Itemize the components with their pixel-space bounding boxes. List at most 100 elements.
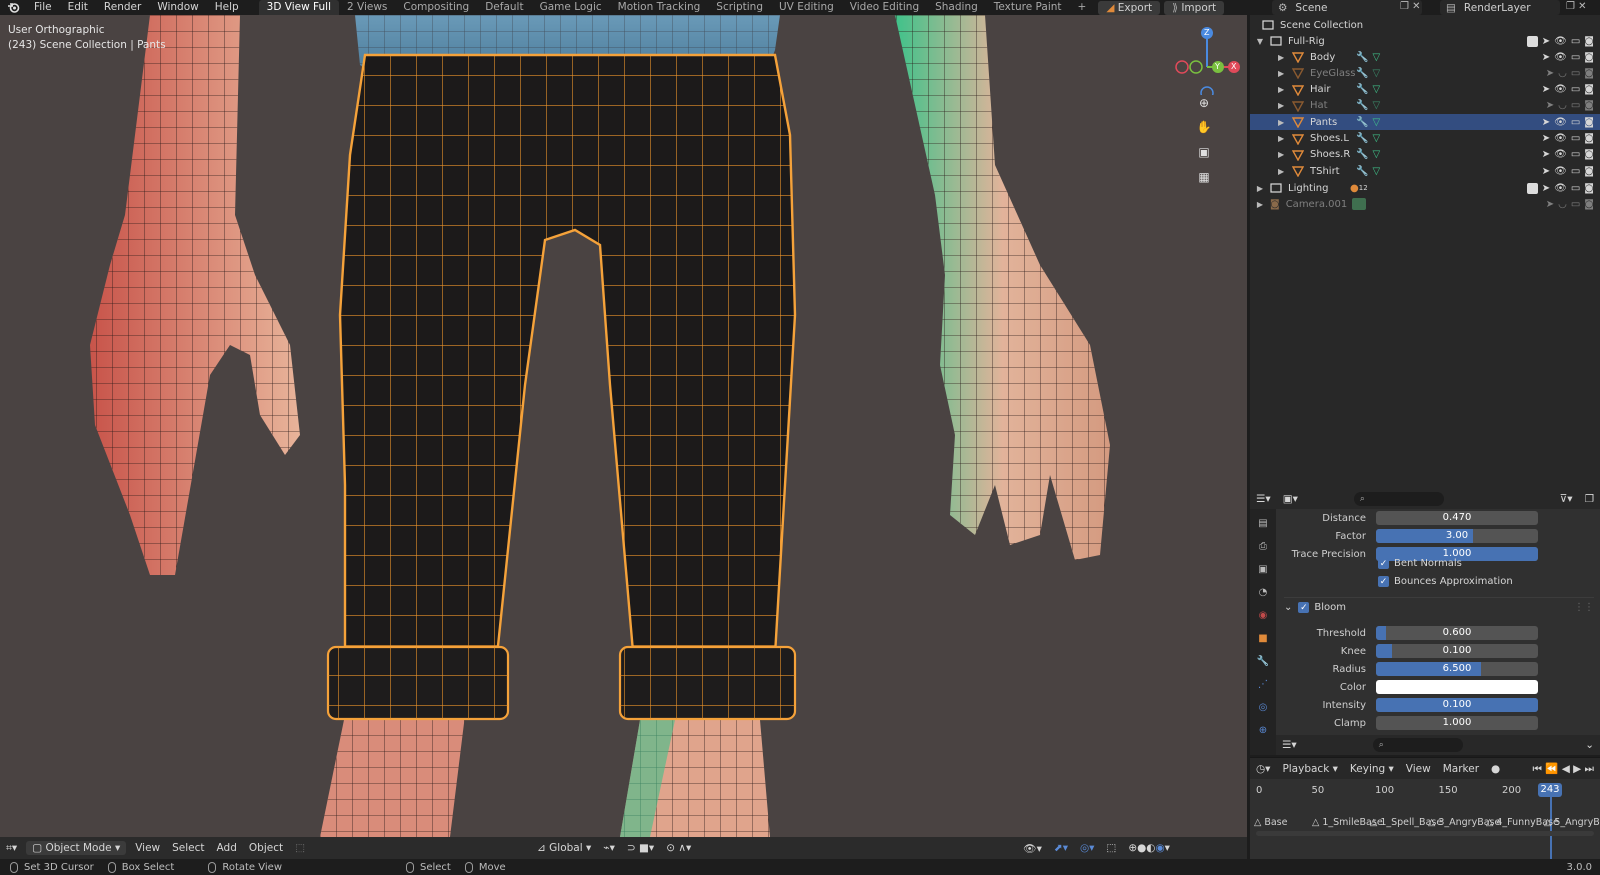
mesh-data-icon[interactable]: ▽ xyxy=(1372,100,1380,111)
select-arrow-icon[interactable]: ➤ xyxy=(1542,166,1550,177)
eye-icon[interactable]: 👁 xyxy=(1554,84,1567,95)
distance-slider[interactable]: 0.470 xyxy=(1376,511,1538,525)
eye-closed-icon[interactable]: ◡ xyxy=(1558,199,1567,210)
tab-2-views[interactable]: 2 Views xyxy=(339,0,395,15)
export-button[interactable]: ◢ Export xyxy=(1098,0,1161,15)
new-window-icon[interactable]: ❐ xyxy=(1579,493,1600,505)
outliner-object-row[interactable]: ▶ Hat 🔧 ▽ ➤ ◡ ▭ ◙ xyxy=(1250,98,1600,114)
xray-icon[interactable]: ⬚ xyxy=(1100,842,1122,854)
timeline-marker[interactable]: △ Base xyxy=(1254,817,1287,828)
tab-texture-paint[interactable]: Texture Paint xyxy=(986,0,1070,15)
modifier-wrench-icon[interactable]: 🔧 xyxy=(1356,68,1368,79)
proportional-edit-icon[interactable]: ⊙ ∧▾ xyxy=(660,842,697,854)
select-arrow-icon[interactable]: ➤ xyxy=(1546,199,1554,210)
expand-arrow-icon[interactable]: ▶ xyxy=(1278,85,1292,94)
gizmo-toggle-icon[interactable]: ⬈▾ xyxy=(1048,842,1074,854)
visibility-icon[interactable]: 👁▾ xyxy=(1017,842,1048,855)
mesh-data-icon[interactable]: ▽ xyxy=(1372,52,1380,63)
props-search-field[interactable]: ⌕ xyxy=(1353,492,1444,506)
eye-closed-icon[interactable]: ◡ xyxy=(1558,100,1567,111)
eye-icon[interactable]: 👁 xyxy=(1554,117,1567,128)
object-mode-dropdown[interactable]: ▢ Object Mode ▾ xyxy=(26,841,127,855)
physics-tab-icon[interactable]: ◎ xyxy=(1254,698,1272,716)
expand-arrow-icon[interactable]: ▶ xyxy=(1278,167,1292,176)
eye-icon[interactable]: 👁 xyxy=(1554,36,1567,47)
timeline-marker[interactable]: △ 5_AngryBase xyxy=(1544,817,1600,828)
radius-slider[interactable]: 6.500 xyxy=(1376,662,1538,676)
tab-default[interactable]: Default xyxy=(477,0,531,15)
display-mode-icon[interactable]: ▣▾ xyxy=(1277,493,1304,505)
outliner-collection-full-rig[interactable]: ▼ Full-Rig ➤ 👁 ▭ ◙ xyxy=(1250,33,1600,49)
camera-icon[interactable]: ◙ xyxy=(1584,149,1594,160)
camera-icon[interactable]: ◙ xyxy=(1584,133,1594,144)
editor-type-icon[interactable]: ☰▾ xyxy=(1276,739,1303,751)
bottom-search-field[interactable]: ⌕ xyxy=(1372,738,1463,752)
pan-hand-icon[interactable]: ✋ xyxy=(1194,117,1214,137)
output-tab-icon[interactable]: ⎙ xyxy=(1254,537,1272,555)
scene-tab-icon[interactable]: ◔ xyxy=(1254,583,1272,601)
menu-help[interactable]: Help xyxy=(207,0,247,15)
checkbox-icon[interactable] xyxy=(1526,182,1538,194)
modifier-wrench-icon[interactable]: 🔧 xyxy=(1356,52,1368,63)
monitor-icon[interactable]: ▭ xyxy=(1571,166,1580,177)
navigation-gizmo[interactable]: Z Y X xyxy=(1172,25,1242,100)
expand-arrow-icon[interactable]: ▶ xyxy=(1250,200,1270,209)
record-icon[interactable]: ● xyxy=(1485,763,1506,775)
current-frame-indicator[interactable]: 243 xyxy=(1538,783,1562,797)
outliner-object-row[interactable]: ▶ Pants 🔧 ▽ ➤ 👁 ▭ ◙ xyxy=(1250,114,1600,131)
camera-icon[interactable]: ◙ xyxy=(1584,84,1594,95)
bent-normals-checkbox[interactable]: ✓ Bent Normals xyxy=(1378,558,1462,569)
monitor-icon[interactable]: ▭ xyxy=(1571,199,1580,210)
clamp-slider[interactable]: 1.000 xyxy=(1376,716,1538,730)
outliner-object-row[interactable]: ▶ Shoes.R 🔧 ▽ ➤ 👁 ▭ ◙ xyxy=(1250,147,1600,163)
import-button[interactable]: ⟫ Import xyxy=(1164,0,1225,15)
eye-icon[interactable]: 👁 xyxy=(1554,166,1567,177)
mesh-data-icon[interactable]: ▽ xyxy=(1372,149,1380,160)
shading-modes-icon[interactable]: ⊕●◐◉▾ xyxy=(1122,842,1176,854)
select-arrow-icon[interactable]: ➤ xyxy=(1542,183,1550,194)
camera-icon[interactable]: ◙ xyxy=(1584,68,1594,79)
eye-icon[interactable]: 👁 xyxy=(1554,149,1567,160)
object-extra-icon[interactable]: ⬚ xyxy=(289,842,311,854)
outliner-object-row[interactable]: ▶ Shoes.L 🔧 ▽ ➤ 👁 ▭ ◙ xyxy=(1250,131,1600,147)
tab-compositing[interactable]: Compositing xyxy=(395,0,477,15)
add-workspace-button[interactable]: + xyxy=(1070,0,1095,15)
modifier-tab-icon[interactable]: 🔧 xyxy=(1254,652,1272,670)
keying-menu[interactable]: Keying ▾ xyxy=(1344,763,1400,775)
monitor-icon[interactable]: ▭ xyxy=(1571,133,1580,144)
eye-icon[interactable]: 👁 xyxy=(1554,133,1567,144)
overlay-toggle-icon[interactable]: ◎▾ xyxy=(1074,842,1100,854)
checkbox-icon[interactable] xyxy=(1526,35,1538,47)
modifier-wrench-icon[interactable]: 🔧 xyxy=(1356,84,1368,95)
expand-arrow-icon[interactable]: ▼ xyxy=(1250,37,1270,46)
select-arrow-icon[interactable]: ➤ xyxy=(1542,117,1550,128)
expand-arrow-icon[interactable]: ▶ xyxy=(1278,69,1292,78)
eye-closed-icon[interactable]: ◡ xyxy=(1558,68,1567,79)
outliner-object-row[interactable]: ▶ TShirt 🔧 ▽ ➤ 👁 ▭ ◙ xyxy=(1250,163,1600,179)
select-arrow-icon[interactable]: ➤ xyxy=(1542,36,1550,47)
select-arrow-icon[interactable]: ➤ xyxy=(1546,100,1554,111)
zoom-icon[interactable]: ⊕ xyxy=(1194,93,1214,113)
expand-arrow-icon[interactable]: ▶ xyxy=(1278,134,1292,143)
constraints-tab-icon[interactable]: ⊕ xyxy=(1254,721,1272,739)
menu-object[interactable]: Object xyxy=(243,842,289,854)
tab-uv-editing[interactable]: UV Editing xyxy=(771,0,842,15)
object-tab-icon[interactable]: ■ xyxy=(1254,629,1272,647)
outliner-object-row[interactable]: ▶ EyeGlass 🔧 ▽ ➤ ◡ ▭ ◙ xyxy=(1250,65,1600,81)
camera-icon[interactable]: ◙ xyxy=(1584,36,1594,47)
camera-icon[interactable]: ◙ xyxy=(1584,183,1594,194)
menu-window[interactable]: Window xyxy=(149,0,206,15)
menu-select[interactable]: Select xyxy=(166,842,210,854)
tab-video-editing[interactable]: Video Editing xyxy=(842,0,927,15)
scene-add-icon[interactable]: ❐ ✕ xyxy=(1400,1,1421,12)
bloom-checkbox[interactable]: ✓ xyxy=(1298,602,1310,613)
view-layer-selector[interactable]: ▤ RenderLayer xyxy=(1440,0,1560,15)
outliner-object-row[interactable]: ▶ Hair 🔧 ▽ ➤ 👁 ▭ ◙ xyxy=(1250,82,1600,98)
outliner-object-row[interactable]: ▶ Body 🔧 ▽ ➤ 👁 ▭ ◙ xyxy=(1250,49,1600,65)
eye-icon[interactable]: 👁 xyxy=(1554,52,1567,63)
monitor-icon[interactable]: ▭ xyxy=(1571,36,1580,47)
select-arrow-icon[interactable]: ➤ xyxy=(1542,149,1550,160)
select-arrow-icon[interactable]: ➤ xyxy=(1542,84,1550,95)
camera-icon[interactable]: ◙ xyxy=(1584,199,1594,210)
bloom-panel-header[interactable]: ⌄ ✓ Bloom ⋮⋮ xyxy=(1284,597,1594,617)
